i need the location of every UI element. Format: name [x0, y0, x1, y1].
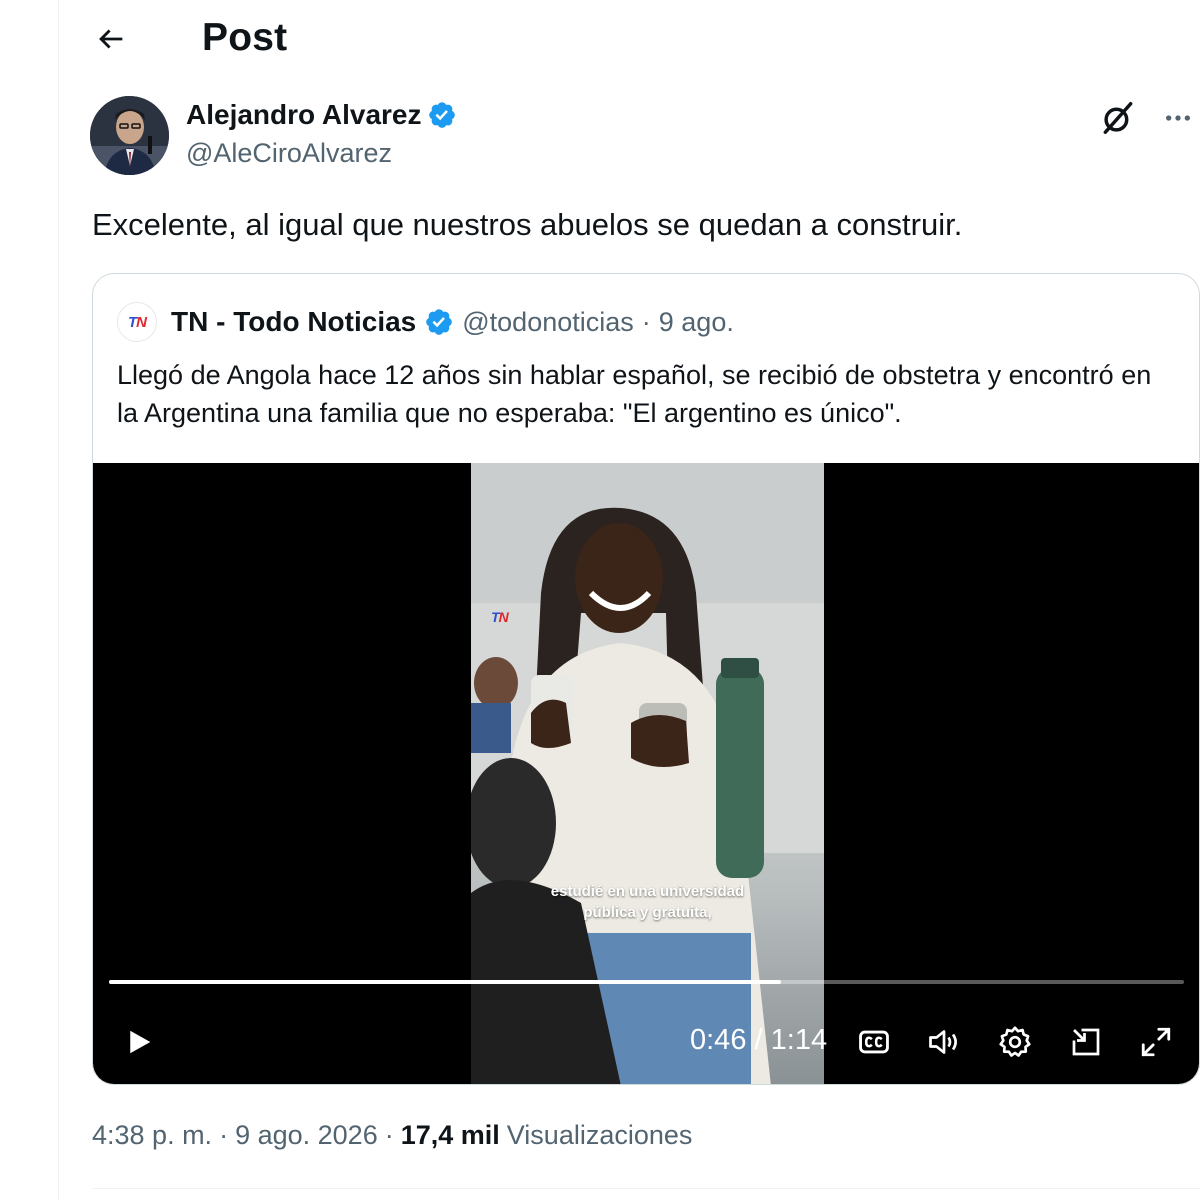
author-row: Alejandro Alvarez @AleCiroAlvarez — [90, 96, 1200, 176]
current-time: 0:46 — [690, 1024, 747, 1056]
post-date[interactable]: 9 ago. 2026 — [235, 1120, 378, 1151]
meta-separator: · — [219, 1120, 229, 1150]
page-title: Post — [202, 16, 288, 59]
caption-line-2: pública y gratuita, — [583, 904, 712, 921]
video-controls: 0:46 / 1:14 — [93, 1018, 1199, 1066]
quote-tweet-card[interactable]: TN TN - Todo Noticias @todonoticias · 9 … — [92, 273, 1200, 1085]
arrow-left-icon — [99, 29, 123, 49]
video-logo-n: N — [498, 609, 509, 625]
verified-badge-icon — [429, 102, 456, 128]
grok-button[interactable] — [1096, 96, 1140, 140]
post-meta: 4:38 p. m. · 9 ago. 2026 · 17,4 mil Visu… — [92, 1120, 692, 1151]
quote-author-handle[interactable]: @todonoticias — [462, 307, 634, 338]
author-name[interactable]: Alejandro Alvarez — [186, 99, 421, 131]
author-handle[interactable]: @AleCiroAlvarez — [186, 138, 392, 169]
volume-button[interactable] — [924, 1018, 964, 1066]
video-caption: estudié en una universidad pública y gra… — [471, 881, 824, 923]
closed-captions-icon — [859, 1030, 889, 1054]
video-tn-logo: TN — [491, 609, 509, 625]
author-name-row[interactable]: Alejandro Alvarez — [186, 99, 457, 131]
quote-text: Llegó de Angola hace 12 años sin hablar … — [117, 360, 1152, 428]
column-border — [58, 0, 59, 1200]
tweet-text: Excelente, al igual que nuestros abuelos… — [92, 207, 963, 242]
volume-icon — [929, 1030, 957, 1054]
divider — [92, 1188, 1200, 1189]
time-separator: / — [754, 1024, 763, 1056]
post-time[interactable]: 4:38 p. m. — [92, 1120, 212, 1151]
fullscreen-button[interactable] — [1136, 1018, 1176, 1066]
views-label: Visualizaciones — [506, 1120, 693, 1150]
ellipsis-icon — [1166, 115, 1190, 121]
avatar[interactable] — [90, 96, 169, 175]
views-count: 17,4 mil — [400, 1120, 500, 1150]
duration: 1:14 — [770, 1024, 828, 1056]
play-button[interactable] — [119, 1018, 159, 1066]
captions-button[interactable] — [855, 1018, 893, 1066]
play-icon — [130, 1030, 151, 1054]
video-still — [471, 463, 824, 1084]
video-frame: TN estudié en una universidad pública y … — [471, 463, 824, 1084]
fullscreen-icon — [1141, 1027, 1171, 1057]
tn-logo-t: T — [127, 313, 137, 331]
avatar-photo — [90, 96, 169, 175]
quote-avatar[interactable]: TN — [117, 302, 157, 342]
quote-separator: · — [641, 306, 651, 337]
video-player[interactable]: TN estudié en una universidad pública y … — [93, 463, 1199, 1084]
meta-separator: · — [384, 1120, 394, 1150]
more-options-button[interactable] — [1156, 96, 1200, 140]
picture-in-picture-button[interactable] — [1066, 1018, 1106, 1066]
quote-author-name[interactable]: TN - Todo Noticias — [171, 306, 416, 338]
grok-icon — [1103, 102, 1133, 134]
video-progress-bar[interactable] — [109, 980, 1184, 984]
gear-icon — [999, 1026, 1031, 1057]
tn-logo-n: N — [136, 313, 147, 331]
quote-header: TN TN - Todo Noticias @todonoticias · 9 … — [117, 302, 734, 342]
video-logo-t: T — [491, 609, 500, 625]
caption-line-1: estudié en una universidad — [550, 883, 745, 900]
verified-badge-icon — [426, 309, 453, 335]
page-header: Post — [60, 0, 1200, 80]
settings-button[interactable] — [995, 1018, 1035, 1066]
back-button[interactable] — [90, 18, 132, 60]
quote-date[interactable]: 9 ago. — [659, 307, 734, 338]
pip-icon — [1072, 1028, 1100, 1056]
video-time: 0:46 / 1:14 — [690, 1024, 827, 1057]
video-progress-fill — [109, 980, 781, 984]
